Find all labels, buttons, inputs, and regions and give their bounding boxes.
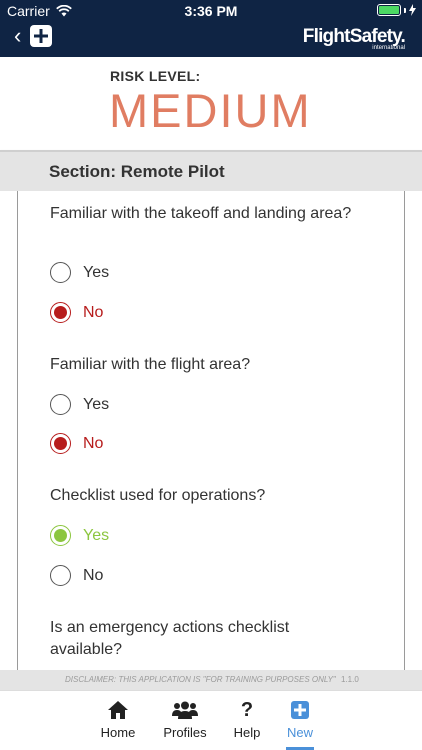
answer-option-no[interactable]: No <box>50 302 103 323</box>
new-icon <box>291 701 309 719</box>
radio-button[interactable] <box>50 262 71 283</box>
answer-option-no[interactable]: No <box>50 565 103 586</box>
tab-label: Help <box>233 725 261 740</box>
radio-button-selected[interactable] <box>50 302 71 323</box>
radio-button[interactable] <box>50 565 71 586</box>
app-version: 1.1.0 <box>341 675 359 684</box>
charging-icon <box>409 4 416 16</box>
answer-option-yes[interactable]: Yes <box>50 394 109 415</box>
top-bar: Carrier 3:36 PM ‹ FlightSafety. internat… <box>0 0 422 57</box>
questions-list[interactable]: Familiar with the takeoff and landing ar… <box>0 191 422 670</box>
tab-profiles[interactable]: Profiles <box>152 699 218 740</box>
tab-home[interactable]: Home <box>85 699 151 740</box>
new-assessment-button[interactable] <box>30 25 52 47</box>
option-label: Yes <box>83 395 110 413</box>
radio-button-selected[interactable] <box>50 525 71 546</box>
option-label: Yes <box>83 263 110 281</box>
answer-option-no[interactable]: No <box>50 433 103 454</box>
brand-logo: FlightSafety. <box>302 26 406 47</box>
option-label: No <box>83 566 104 584</box>
disclaimer-text: DISCLAIMER: THIS APPLICATION IS "FOR TRA… <box>65 675 336 684</box>
section-header: Section: Remote Pilot <box>0 150 422 191</box>
radio-button-selected[interactable] <box>50 433 71 454</box>
battery-indicator <box>377 4 416 16</box>
option-label: No <box>83 303 104 321</box>
home-icon <box>108 701 128 719</box>
brand-subtitle: international <box>372 45 405 51</box>
help-icon: ? <box>240 698 254 721</box>
back-button[interactable]: ‹ <box>14 24 21 48</box>
answer-option-yes[interactable]: Yes <box>50 525 109 546</box>
status-time: 3:36 PM <box>184 3 238 19</box>
section-title: Section: Remote Pilot <box>49 162 225 181</box>
plus-icon <box>34 29 48 43</box>
question-text: Is an emergency actions checklist availa… <box>50 619 290 658</box>
profiles-icon <box>172 701 198 719</box>
tab-new[interactable]: New <box>267 699 333 740</box>
risk-level-panel: RISK LEVEL: MEDIUM <box>0 57 422 150</box>
option-label: No <box>83 434 104 452</box>
tab-label: Profiles <box>163 725 207 740</box>
risk-level-label: RISK LEVEL: <box>110 68 201 84</box>
tab-label: New <box>286 725 313 740</box>
risk-level-value: MEDIUM <box>109 84 312 137</box>
battery-icon <box>377 4 401 16</box>
tab-bar: Home Profiles ? Help New <box>0 690 422 750</box>
tab-label: Home <box>100 725 136 740</box>
card-border-right <box>404 191 405 670</box>
question-text: Checklist used for operations? <box>50 487 266 504</box>
question-text: Familiar with the flight area? <box>50 356 251 373</box>
question-text: Familiar with the takeoff and landing ar… <box>50 205 352 222</box>
option-label: Yes <box>83 526 110 544</box>
answer-option-yes[interactable]: Yes <box>50 262 109 283</box>
disclaimer-bar: DISCLAIMER: THIS APPLICATION IS "FOR TRA… <box>0 670 422 690</box>
card-border-left <box>17 191 18 670</box>
radio-button[interactable] <box>50 394 71 415</box>
